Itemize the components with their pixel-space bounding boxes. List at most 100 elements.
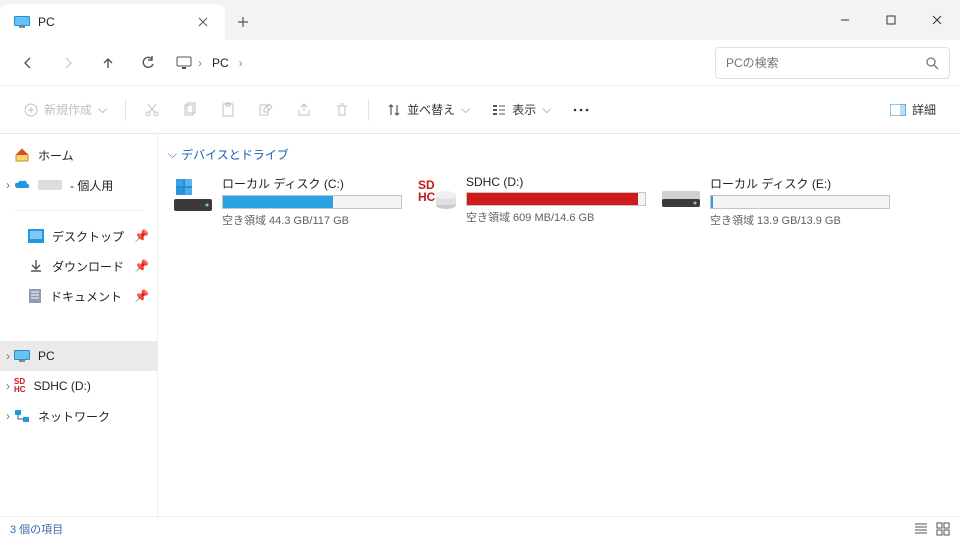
drive-free-text: 空き領域 13.9 GB/13.9 GB [710, 212, 892, 228]
cut-button[interactable] [134, 94, 170, 126]
tiles-view-button[interactable] [936, 522, 950, 536]
paste-icon [220, 102, 236, 118]
sdhc-icon: SDHC [14, 378, 26, 394]
sidebar-item-desktop[interactable]: デスクトップ 📌 [0, 221, 157, 251]
chevron-right-icon[interactable]: › [198, 56, 202, 70]
separator [125, 99, 126, 121]
copy-button[interactable] [172, 94, 208, 126]
pc-icon [14, 16, 30, 28]
sort-icon [387, 103, 401, 117]
sidebar-item-onedrive[interactable]: › - 個人用 [0, 170, 157, 200]
close-button[interactable] [914, 0, 960, 40]
redacted-name [38, 180, 62, 190]
chevron-down-icon: ⌵ [168, 147, 177, 162]
new-tab-button[interactable] [225, 4, 261, 40]
chevron-right-icon[interactable]: › [2, 409, 14, 423]
address-bar: › PC › [0, 40, 960, 86]
sidebar-item-documents[interactable]: ドキュメント 📌 [0, 281, 157, 311]
cut-icon [144, 102, 160, 118]
back-button[interactable] [10, 45, 46, 81]
separator [14, 210, 143, 211]
more-button[interactable] [563, 94, 599, 126]
breadcrumb-pc[interactable]: PC [208, 54, 233, 72]
drive-name: ローカル ディスク (E:) [710, 175, 892, 192]
separator [368, 99, 369, 121]
drive-usage-fill [711, 196, 713, 208]
search-box[interactable] [715, 47, 950, 79]
new-label: 新規作成 [44, 101, 92, 118]
status-text: 3 個の項目 [10, 521, 63, 537]
status-bar: 3 個の項目 [0, 516, 960, 540]
pc-monitor-icon [176, 56, 192, 70]
sidebar-item-downloads[interactable]: ダウンロード 📌 [0, 251, 157, 281]
drive-usage-fill [467, 193, 638, 205]
sidebar-documents-label: ドキュメント [50, 288, 122, 305]
details-label: 詳細 [912, 101, 936, 118]
downloads-icon [28, 258, 44, 274]
paste-button[interactable] [210, 94, 246, 126]
toolbar: 新規作成 ⌵ 並べ替え ⌵ 表示 ⌵ 詳細 [0, 86, 960, 134]
body: ホーム › - 個人用 デスクトップ 📌 ダウンロード 📌 ドキュメント 📌 › [0, 134, 960, 516]
details-pane-icon [890, 104, 906, 116]
details-view-button[interactable] [914, 522, 928, 536]
drive-name: ローカル ディスク (C:) [222, 175, 404, 192]
sidebar-pc-label: PC [38, 349, 55, 363]
delete-button[interactable] [324, 94, 360, 126]
pc-icon [14, 350, 30, 362]
breadcrumb: › PC › [170, 54, 711, 72]
view-icon [492, 103, 506, 117]
sidebar-desktop-label: デスクトップ [52, 228, 124, 245]
up-button[interactable] [90, 45, 126, 81]
chevron-right-icon[interactable]: › [2, 349, 14, 363]
sidebar-onedrive-label: - 個人用 [70, 177, 113, 194]
drive-local-c[interactable]: ローカル ディスク (C:) 空き領域 44.3 GB/117 GB [168, 171, 408, 223]
search-icon [925, 56, 939, 70]
maximize-button[interactable] [868, 0, 914, 40]
drive-name: SDHC (D:) [466, 175, 648, 189]
tab-close-button[interactable] [193, 12, 213, 32]
group-header-devices[interactable]: ⌵ デバイスとドライブ [160, 142, 948, 167]
rename-icon [258, 102, 274, 118]
chevron-right-icon[interactable]: › [2, 379, 14, 393]
drive-usage-bar [466, 192, 646, 206]
view-button[interactable]: 表示 ⌵ [482, 94, 561, 126]
window-tab[interactable]: PC [0, 4, 225, 40]
rename-button[interactable] [248, 94, 284, 126]
share-button[interactable] [286, 94, 322, 126]
pin-icon: 📌 [134, 289, 149, 303]
delete-icon [334, 102, 350, 118]
sidebar-item-sdhc[interactable]: › SDHC SDHC (D:) [0, 371, 157, 401]
share-icon [296, 102, 312, 118]
view-label: 表示 [512, 101, 536, 118]
content-area: ⌵ デバイスとドライブ ローカル ディスク (C:) 空き領域 44.3 GB/… [158, 134, 960, 516]
tab-title: PC [38, 15, 185, 29]
sidebar: ホーム › - 個人用 デスクトップ 📌 ダウンロード 📌 ドキュメント 📌 › [0, 134, 158, 516]
window-controls [822, 0, 960, 40]
sdhc-drive-icon: SDHC [416, 175, 458, 217]
drive-usage-fill [223, 196, 333, 208]
onedrive-icon [14, 179, 30, 191]
new-button[interactable]: 新規作成 ⌵ [14, 94, 117, 126]
drive-sdhc-d[interactable]: SDHC SDHC (D:) 空き領域 609 MB/14.6 GB [412, 171, 652, 223]
refresh-button[interactable] [130, 45, 166, 81]
search-input[interactable] [726, 56, 925, 70]
group-devices-label: デバイスとドライブ [181, 146, 289, 163]
chevron-right-icon[interactable]: › [239, 56, 243, 70]
drive-usage-bar [222, 195, 402, 209]
chevron-right-icon[interactable]: › [2, 178, 14, 192]
drive-usage-bar [710, 195, 890, 209]
details-pane-button[interactable]: 詳細 [880, 94, 946, 126]
sidebar-item-home[interactable]: ホーム [0, 140, 157, 170]
sort-button[interactable]: 並べ替え ⌵ [377, 94, 480, 126]
sidebar-item-network[interactable]: › ネットワーク [0, 401, 157, 431]
sidebar-item-pc[interactable]: › PC [0, 341, 157, 371]
drive-free-text: 空き領域 44.3 GB/117 GB [222, 212, 404, 228]
forward-button[interactable] [50, 45, 86, 81]
sort-label: 並べ替え [407, 101, 455, 118]
drive-local-e[interactable]: ローカル ディスク (E:) 空き領域 13.9 GB/13.9 GB [656, 171, 896, 223]
more-icon [573, 108, 589, 112]
sidebar-downloads-label: ダウンロード [52, 258, 124, 275]
sidebar-home-label: ホーム [38, 147, 74, 164]
minimize-button[interactable] [822, 0, 868, 40]
chevron-down-icon: ⌵ [542, 102, 551, 117]
